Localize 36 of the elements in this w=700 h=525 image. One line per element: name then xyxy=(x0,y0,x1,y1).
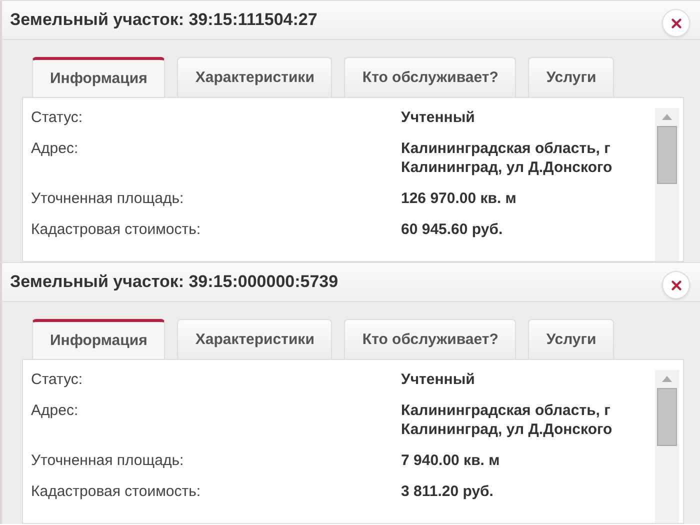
field-value: Калининградская область, г Калининград, ул Д.Донского xyxy=(401,139,614,177)
scroll-thumb[interactable] xyxy=(657,126,677,184)
scrollbar[interactable] xyxy=(655,108,679,261)
tab[interactable]: Услуги xyxy=(528,319,614,359)
tab[interactable]: Кто обслуживает? xyxy=(344,57,516,97)
tab[interactable]: Информация xyxy=(32,57,166,97)
field-label: Уточненная площадь: xyxy=(31,189,185,208)
scroll-up-icon xyxy=(662,114,672,120)
field-value: 7 940.00 кв. м xyxy=(401,451,501,470)
field-value: 126 970.00 кв. м xyxy=(401,189,518,208)
close-button[interactable] xyxy=(662,271,690,299)
close-icon xyxy=(668,278,684,292)
dialog-title: Земельный участок: 39:15:000000:5739 xyxy=(10,272,338,292)
field-label: Статус: xyxy=(31,370,84,389)
field-value: 3 811.20 руб. xyxy=(401,482,494,501)
close-button[interactable] xyxy=(662,9,690,37)
field-value: Учтенный xyxy=(401,370,476,389)
dialog-title: Земельный участок: 39:15:111504:27 xyxy=(10,10,318,30)
field-value: Учтенный xyxy=(401,108,476,127)
field-label: Адрес: xyxy=(31,401,80,421)
tab[interactable]: Услуги xyxy=(528,57,614,97)
field-label: Адрес: xyxy=(31,139,80,159)
field-label: Кадастровая стоимость: xyxy=(31,482,202,501)
scroll-up-icon xyxy=(662,376,672,382)
field-value: 60 945.60 руб. xyxy=(401,220,504,239)
tab[interactable]: Кто обслуживает? xyxy=(344,319,516,359)
scrollbar[interactable] xyxy=(655,370,679,523)
close-icon xyxy=(668,16,684,30)
scroll-thumb[interactable] xyxy=(657,388,677,446)
tab[interactable]: Информация xyxy=(32,319,166,359)
field-label: Уточненная площадь: xyxy=(31,451,185,470)
tab[interactable]: Характеристики xyxy=(177,319,332,359)
field-label: Кадастровая стоимость: xyxy=(31,220,202,239)
tab[interactable]: Характеристики xyxy=(177,57,332,97)
field-label: Статус: xyxy=(31,108,84,127)
field-value: Калининградская область, г Калининград, ул Д.Донского xyxy=(401,401,614,439)
